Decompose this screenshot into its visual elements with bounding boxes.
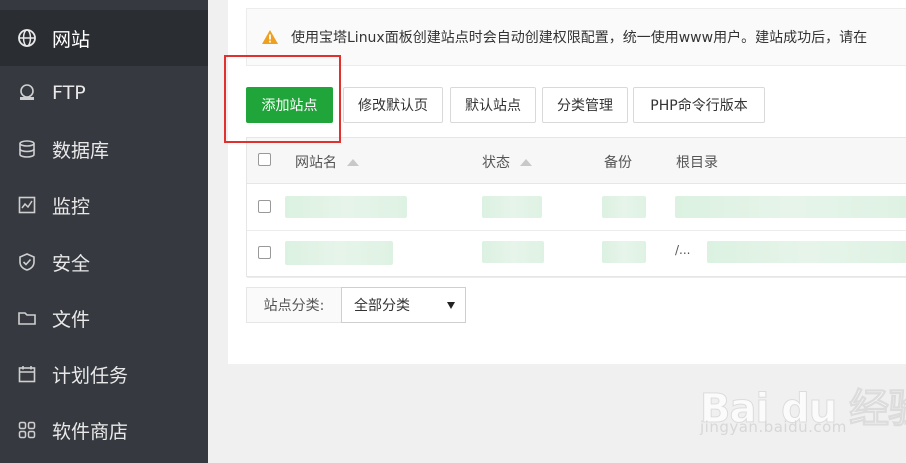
shield-icon bbox=[16, 251, 38, 273]
sidebar-item-store[interactable]: 软件商店 bbox=[0, 402, 208, 458]
column-backup: 备份 bbox=[604, 155, 632, 171]
php-cli-version-button[interactable]: PHP命令行版本 bbox=[633, 87, 765, 123]
category-filter-select[interactable]: 全部分类 bbox=[341, 287, 466, 323]
database-icon bbox=[16, 138, 38, 160]
sidebar-item-label: 计划任务 bbox=[52, 364, 129, 387]
sidebar-item-files[interactable]: 文件 bbox=[0, 290, 208, 346]
redacted-site-name bbox=[285, 196, 407, 218]
notice-text: 使用宝塔Linux面板创建站点时会自动创建权限配置，统一使用www用户。建站成功… bbox=[291, 30, 868, 46]
sidebar-item-ftp[interactable]: FTP bbox=[0, 65, 208, 121]
dropdown-arrow-icon bbox=[447, 302, 455, 309]
monitor-icon bbox=[16, 194, 38, 216]
category-manage-button[interactable]: 分类管理 bbox=[542, 87, 628, 123]
sidebar-item-label: 监控 bbox=[52, 195, 91, 218]
sidebar-item-cron[interactable]: 计划任务 bbox=[0, 346, 208, 402]
column-root: 根目录 bbox=[676, 155, 718, 171]
row-checkbox[interactable] bbox=[258, 246, 271, 259]
globe-icon bbox=[16, 27, 38, 49]
redacted-status bbox=[482, 241, 544, 263]
select-all-checkbox[interactable] bbox=[258, 153, 271, 166]
ftp-icon bbox=[16, 82, 38, 104]
column-name[interactable]: 网站名 bbox=[295, 152, 359, 172]
folder-icon bbox=[16, 307, 38, 329]
sidebar-item-database[interactable]: 数据库 bbox=[0, 121, 208, 177]
edit-default-page-button[interactable]: 修改默认页 bbox=[343, 87, 443, 123]
baidu-watermark: Bai du 经验 jingyan.baidu.com bbox=[699, 362, 906, 442]
add-site-button[interactable]: 添加站点 bbox=[246, 87, 333, 123]
root-path-text: /... bbox=[675, 243, 691, 257]
column-status[interactable]: 状态 bbox=[482, 152, 532, 172]
redacted-backup bbox=[602, 196, 646, 218]
row-checkbox[interactable] bbox=[258, 200, 271, 213]
site-table: 网站名 状态 备份 根目录 /... bbox=[246, 137, 906, 278]
sort-up-icon bbox=[347, 158, 359, 166]
sort-up-icon bbox=[520, 158, 532, 166]
sidebar-item-label: 软件商店 bbox=[52, 420, 129, 443]
sidebar-item-security[interactable]: 安全 bbox=[0, 234, 208, 290]
category-filter-value: 全部分类 bbox=[354, 298, 410, 314]
sidebar-item-label: FTP bbox=[52, 82, 86, 104]
redacted-status bbox=[482, 196, 542, 218]
default-site-button[interactable]: 默认站点 bbox=[450, 87, 536, 123]
redacted-root-path bbox=[675, 196, 906, 218]
sidebar-item-label: 安全 bbox=[52, 252, 91, 275]
category-filter-label: 站点分类: bbox=[246, 287, 342, 323]
redacted-site-name bbox=[285, 241, 393, 265]
notice-bar: 使用宝塔Linux面板创建站点时会自动创建权限配置，统一使用www用户。建站成功… bbox=[246, 8, 906, 66]
warning-icon bbox=[261, 29, 279, 45]
calendar-icon bbox=[16, 363, 38, 385]
table-row[interactable]: /... bbox=[247, 231, 906, 278]
baidu-url: jingyan.baidu.com bbox=[700, 418, 847, 436]
sidebar-item-label: 数据库 bbox=[52, 139, 110, 162]
table-header: 网站名 状态 备份 根目录 bbox=[247, 138, 906, 184]
grid-icon bbox=[16, 419, 38, 441]
main-panel: 使用宝塔Linux面板创建站点时会自动创建权限配置，统一使用www用户。建站成功… bbox=[228, 0, 906, 364]
sidebar-item-label: 网站 bbox=[52, 28, 91, 51]
sidebar-item-monitor[interactable]: 监控 bbox=[0, 177, 208, 233]
sidebar-item-label: 文件 bbox=[52, 308, 91, 331]
sidebar-item-website[interactable]: 网站 bbox=[0, 10, 208, 66]
table-row[interactable] bbox=[247, 184, 906, 231]
redacted-backup bbox=[602, 241, 646, 263]
sidebar: 网站 FTP 数据库 监控 安全 文件 计划任务 软件商店 bbox=[0, 0, 208, 463]
redacted-root-path bbox=[707, 241, 906, 263]
